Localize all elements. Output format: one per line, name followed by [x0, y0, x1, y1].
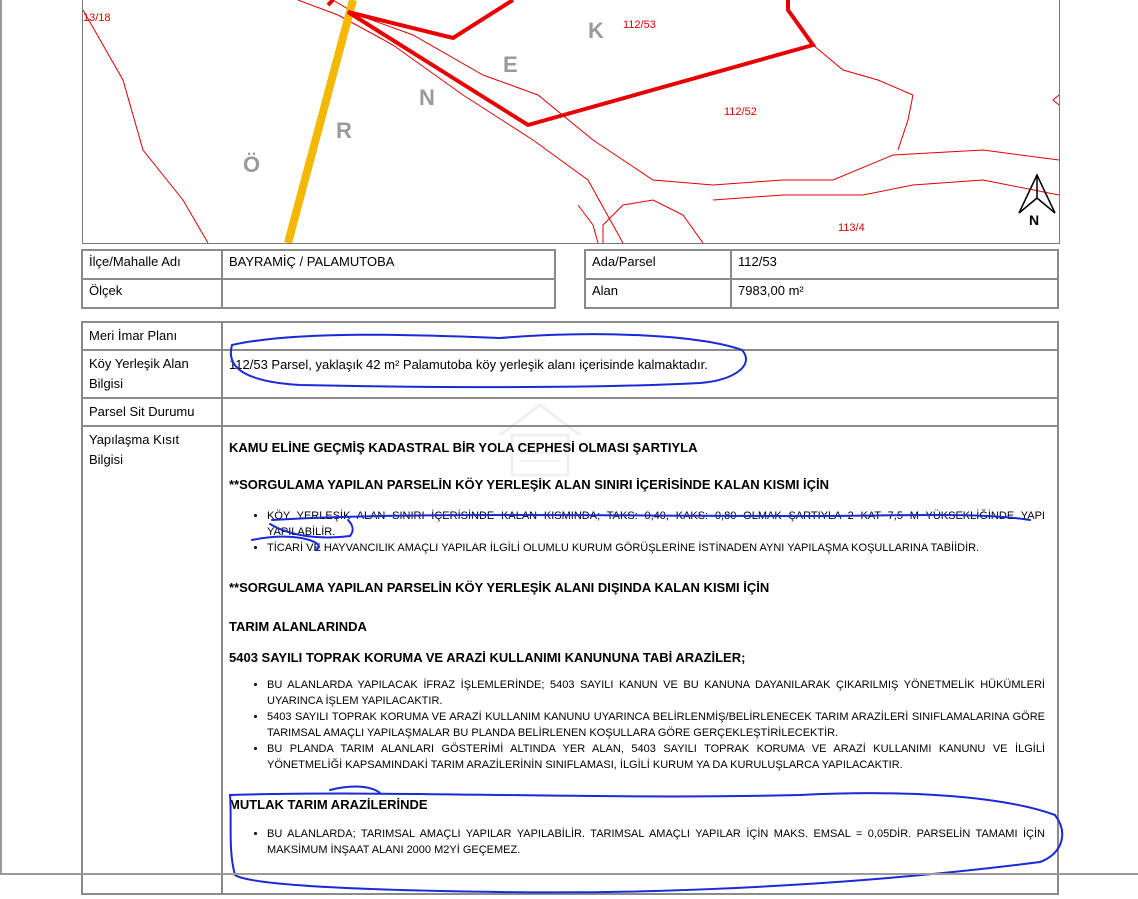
parcel-boundary: [712, 179, 1059, 201]
restriction-heading: **SORGULAMA YAPILAN PARSELİN KÖY YERLEŞİ…: [229, 580, 770, 595]
parcel-boundary: [577, 204, 599, 243]
building-restriction-label: Yapılaşma Kısıt Bilgisi: [83, 427, 221, 893]
zoning-plan-value: [223, 323, 1057, 349]
parcel-boundary: [83, 9, 209, 243]
restriction-heading: TARIM ALANLARINDA: [229, 619, 367, 634]
site-status-value: [223, 399, 1057, 425]
restriction-heading: KAMU ELİNE GEÇMİŞ KADASTRAL BİR YOLA CEP…: [229, 440, 698, 455]
restriction-list: KÖY YERLEŞİK ALAN SINIRI İÇERİSİNDE KALA…: [229, 508, 1051, 556]
parcel-label: 13/18: [83, 12, 111, 24]
scale-value: [223, 280, 554, 307]
zoning-plan-label: Meri İmar Planı: [83, 323, 221, 349]
village-settlement-label: Köy Yerleşik Alan Bilgisi: [83, 351, 221, 397]
parcel-info-table: Ada/Parsel 112/53 Alan 7983,00 m²: [584, 249, 1059, 309]
parcel-boundary: [602, 199, 704, 243]
restriction-item: 5403 SAYILI TOPRAK KORUMA VE ARAZİ KULLA…: [267, 709, 1051, 741]
site-status-label: Parsel Sit Durumu: [83, 399, 221, 425]
block-parcel-value: 112/53: [732, 251, 1057, 278]
restriction-item: KÖY YERLEŞİK ALAN SINIRI İÇERİSİNDE KALA…: [267, 508, 1051, 540]
page-bottom-border: [0, 873, 1138, 875]
cadastral-map[interactable]: 13/18 112/53 112/52 113/4 Ö R N E K N: [82, 0, 1060, 244]
restriction-item: TİCARİ VE HAYVANCILIK AMAÇLI YAPILAR İLG…: [267, 540, 1051, 556]
village-name-letter: Ö: [243, 152, 261, 177]
restriction-list: BU ALANLARDA; TARIMSAL AMAÇLI YAPILAR YA…: [229, 826, 1051, 858]
parcel-label: 112/52: [724, 106, 757, 118]
block-parcel-label: Ada/Parsel: [586, 251, 730, 278]
restriction-list: BU ALANLARDA YAPILACAK İFRAZ İŞLEMLERİND…: [229, 677, 1051, 773]
building-restriction-content: KAMU ELİNE GEÇMİŞ KADASTRAL BİR YOLA CEP…: [223, 427, 1057, 893]
north-label: N: [1029, 212, 1040, 228]
village-name-letter: K: [588, 18, 604, 43]
restriction-heading: 5403 SAYILI TOPRAK KORUMA VE ARAZİ KULLA…: [229, 650, 746, 665]
village-name-letter: N: [419, 85, 435, 110]
area-value: 7983,00 m²: [732, 280, 1057, 307]
area-label: Alan: [586, 280, 730, 307]
watermark-logo: [499, 403, 581, 477]
parcel-boundary: [812, 44, 914, 151]
parcel-boundary: [712, 149, 1059, 186]
road-edge-top: [332, 0, 714, 186]
scale-label: Ölçek: [83, 280, 221, 307]
village-name-letter: E: [503, 52, 518, 77]
page-left-border: [0, 0, 2, 875]
restriction-item: BU ALANLARDA YAPILACAK İFRAZ İŞLEMLERİND…: [267, 677, 1051, 709]
parcel-boundary: [1052, 94, 1059, 106]
village-name-letter: R: [336, 118, 352, 143]
restriction-heading: MUTLAK TARIM ARAZİLERİNDE: [229, 797, 428, 812]
location-info-table: İlçe/Mahalle Adı BAYRAMİÇ / PALAMUTOBA Ö…: [81, 249, 556, 309]
restriction-item: BU PLANDA TARIM ALANLARI GÖSTERİMİ ALTIN…: [267, 741, 1051, 773]
district-value: BAYRAMİÇ / PALAMUTOBA: [223, 251, 554, 278]
north-arrow: [1018, 173, 1056, 214]
map-drawing: [83, 0, 1059, 243]
restriction-item: BU ALANLARDA; TARIMSAL AMAÇLI YAPILAR YA…: [267, 826, 1051, 858]
village-settlement-value: 112/53 Parsel, yaklaşık 42 m² Palamutoba…: [223, 351, 1057, 397]
parcel-label: 112/53: [623, 19, 656, 31]
district-label: İlçe/Mahalle Adı: [83, 251, 221, 278]
restriction-heading: **SORGULAMA YAPILAN PARSELİN KÖY YERLEŞİ…: [229, 477, 829, 492]
parcel-label: 113/4: [838, 222, 865, 234]
